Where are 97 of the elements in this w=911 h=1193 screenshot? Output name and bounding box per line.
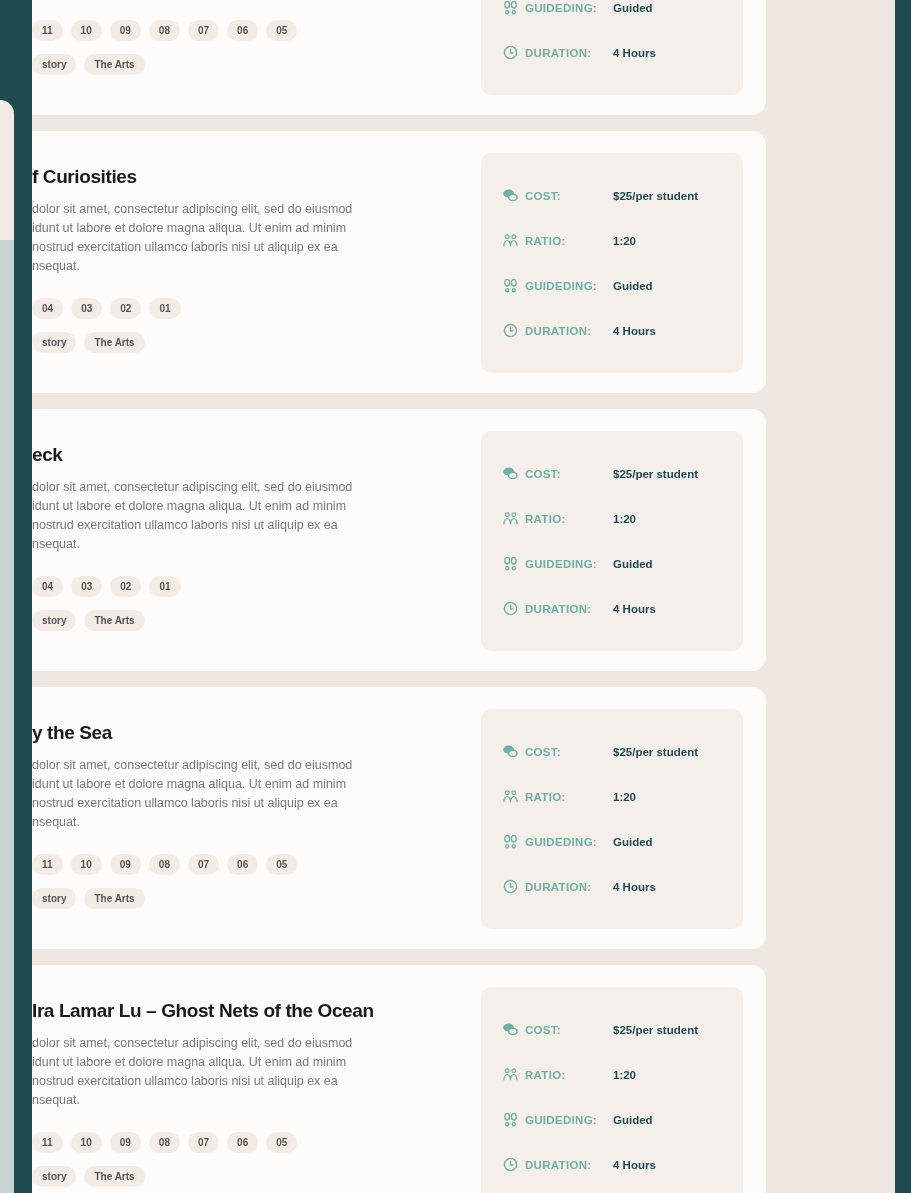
grade-chip[interactable]: 09 [109,20,141,41]
grade-chip[interactable]: 06 [227,20,259,41]
event-title: Ira Lamar Lu – Ghost Nets of the Ocean [32,1000,375,1022]
detail-value: $25/per student [613,745,698,758]
detail-label: DURATION: [525,880,593,893]
people-icon [503,511,518,526]
footprints-icon [503,1112,518,1127]
detail-value: Guided [613,279,653,292]
subject-tag[interactable]: story [32,54,77,75]
detail-label: RATIO: [525,234,567,247]
detail-value: 4 Hours [613,324,656,337]
grade-chip[interactable]: 05 [266,1132,298,1153]
detail-label: GUIDEDING: [525,279,598,292]
subject-tag[interactable]: The Arts [84,888,145,909]
event-description: dolor sit amet, consectetur adipiscing elit, sed do eiusmod idunt ut labore et dolore magna aliqua. Ut enim ad minim nostrud exercitation ullamco laboris nisi ut aliquip ex ea nsequat. [32,757,354,831]
detail-value: 1:20 [613,1068,637,1081]
grade-chip[interactable]: 04 [32,298,64,319]
detail-label: GUIDEDING: [525,1,598,14]
grade-chip[interactable]: 09 [109,854,141,875]
grade-chip[interactable]: 08 [148,1132,180,1153]
detail-label: COST: [525,745,562,758]
grade-chip[interactable]: 01 [149,576,181,597]
subject-tag[interactable]: story [32,332,77,353]
grade-chip[interactable]: 07 [187,20,220,41]
detail-label: GUIDEDING: [525,835,598,848]
subject-tag[interactable]: The Arts [84,1166,145,1187]
detail-label: RATIO: [525,1068,567,1081]
event-title: f Curiosities [32,166,138,188]
subject-tag[interactable]: The Arts [84,332,145,353]
grade-chip[interactable]: 05 [266,20,298,41]
detail-label: DURATION: [525,324,593,337]
detail-value: 1:20 [613,234,637,247]
grade-chip[interactable]: 06 [227,854,259,875]
detail-label: GUIDEDING: [525,557,598,570]
detail-value: Guided [613,557,653,570]
event-description: dolor sit amet, consectetur adipiscing elit, sed do eiusmod idunt ut labore et dolore magna aliqua. Ut enim ad minim nostrud exercitation ullamco laboris nisi ut aliquip ex ea nsequat. [32,479,354,553]
grade-chip[interactable]: 10 [70,1132,102,1153]
grade-chip[interactable]: 11 [32,854,63,875]
grade-chip[interactable]: 03 [71,298,103,319]
detail-value: 4 Hours [613,880,656,893]
clock-icon [503,601,518,616]
event-description: dolor sit amet, consectetur adipiscing elit, sed do eiusmod idunt ut labore et dolore magna aliqua. Ut enim ad minim nostrud exercitation ullamco laboris nisi ut aliquip ex ea nsequat. [32,1035,354,1109]
clock-icon [503,879,518,894]
grade-chip[interactable]: 02 [110,298,142,319]
subject-tag[interactable]: story [32,1166,77,1187]
subject-tag[interactable]: The Arts [84,610,145,631]
detail-label: GUIDEDING: [525,1113,598,1126]
detail-value: $25/per student [613,467,698,480]
grade-chip[interactable]: 08 [148,20,180,41]
event-title: eck [32,444,64,466]
people-icon [503,233,518,248]
detail-value: Guided [613,835,653,848]
subject-tag[interactable]: story [32,888,77,909]
detail-value: 1:20 [613,790,637,803]
detail-value: 1:20 [613,512,637,525]
subject-tag[interactable]: story [32,610,77,631]
subject-tag[interactable]: The Arts [84,54,145,75]
grade-chip[interactable]: 08 [148,854,180,875]
grade-chip[interactable]: 09 [109,1132,141,1153]
people-icon [503,789,518,804]
grade-chip[interactable]: 07 [187,1132,220,1153]
grade-chip[interactable]: 10 [70,854,102,875]
detail-value: Guided [613,1,653,14]
footprints-icon [503,834,518,849]
detail-label: COST: [525,1023,562,1036]
grade-chip[interactable]: 10 [70,20,102,41]
people-icon [503,1067,518,1082]
detail-label: DURATION: [525,602,593,615]
grade-chip[interactable]: 06 [227,1132,259,1153]
footprints-icon [503,0,518,15]
detail-label: RATIO: [525,512,567,525]
clock-icon [503,45,518,60]
grade-chip[interactable]: 02 [110,576,142,597]
grade-chip[interactable]: 04 [32,576,64,597]
detail-value: 4 Hours [613,1158,656,1171]
grade-chip[interactable]: 03 [71,576,103,597]
detail-value: 4 Hours [613,46,656,59]
grade-chip[interactable]: 07 [187,854,220,875]
event-title: y the Sea [32,722,114,744]
detail-label: DURATION: [525,1158,593,1171]
detail-value: Guided [613,1113,653,1126]
detail-value: $25/per student [613,1023,698,1036]
grade-chip[interactable]: 11 [32,20,63,41]
detail-label: DURATION: [525,46,593,59]
clock-icon [503,323,518,338]
footprints-icon [503,278,518,293]
clock-icon [503,1157,518,1172]
detail-label: RATIO: [525,790,567,803]
detail-value: $25/per student [613,189,698,202]
detail-label: COST: [525,467,562,480]
grade-chip[interactable]: 11 [32,1132,63,1153]
event-description: dolor sit amet, consectetur adipiscing elit, sed do eiusmod idunt ut labore et dolore magna aliqua. Ut enim ad minim nostrud exercitation ullamco laboris nisi ut aliquip ex ea nsequat. [32,201,354,275]
footprints-icon [503,556,518,571]
grade-chip[interactable]: 05 [266,854,298,875]
grade-chip[interactable]: 01 [149,298,181,319]
detail-value: 4 Hours [613,602,656,615]
detail-label: COST: [525,189,562,202]
